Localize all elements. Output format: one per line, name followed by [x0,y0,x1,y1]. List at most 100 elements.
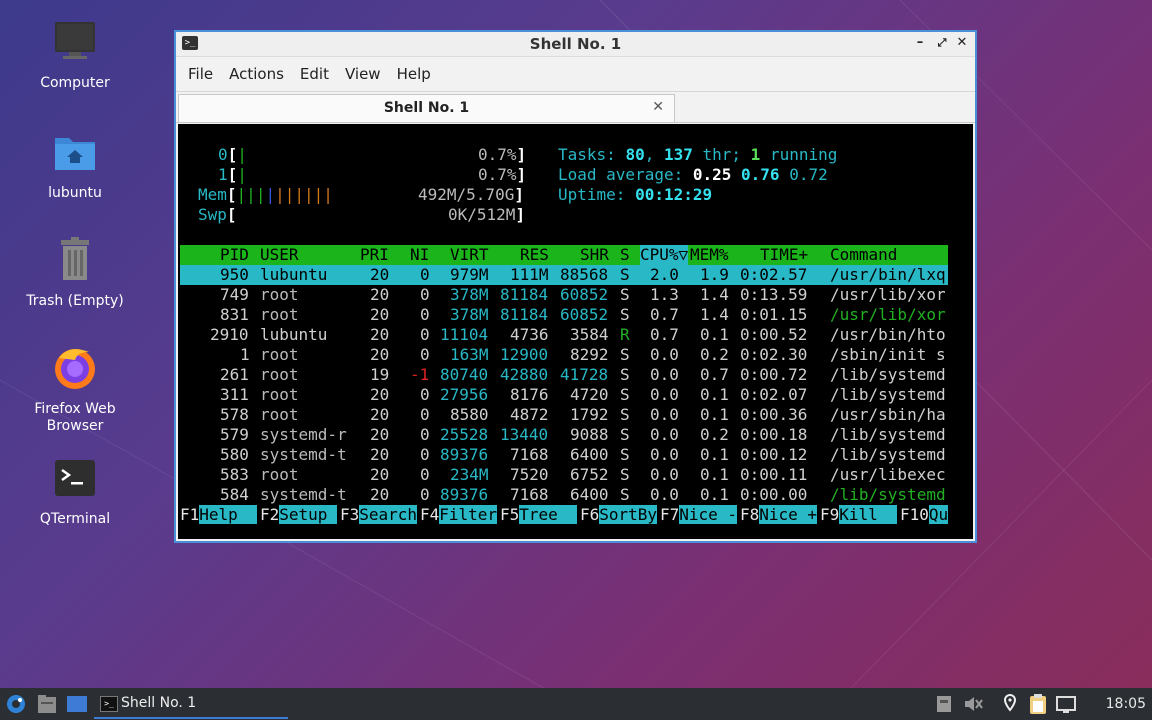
fkey-f5[interactable]: F5Tree [500,505,578,525]
fkey-label: Setup [279,505,338,524]
clock[interactable]: 18:05 [1106,688,1146,720]
fkey-key: F4 [420,505,440,524]
column-header[interactable]: SHR [580,245,609,265]
column-header[interactable]: RES [520,245,549,265]
cell-pri: 20 [370,305,390,324]
cell-res: 12900 [500,345,549,364]
column-header[interactable]: PID [220,245,249,265]
clipboard-icon[interactable] [1028,692,1048,716]
column-header[interactable]: TIME+ [760,245,808,265]
desktop-icon-home[interactable]: lubuntu [20,128,130,202]
cell-pid: 2910 [210,325,249,344]
cell-res: 13440 [500,425,549,444]
cell-pri: 20 [370,405,390,424]
cell-res: 7168 [510,445,549,464]
cell-ni: 0 [420,345,430,364]
cell-shr: 60852 [560,285,609,304]
cell-res: 4736 [510,325,549,344]
cpu1-value: 0.7%] [478,165,527,184]
fkey-f6[interactable]: F6SortBy [580,505,658,525]
desktop-icon-label: Computer [40,75,110,91]
cell-time: 0:00.18 [740,425,808,444]
cell-virt: 8580 [450,405,489,424]
cell-s: S [620,285,630,304]
location-icon[interactable] [1003,692,1017,716]
minimize-button[interactable]: – [911,34,929,52]
cell-res: 81184 [500,285,549,304]
column-header[interactable]: VIRT [450,245,489,265]
fkey-f7[interactable]: F7Nice - [660,505,738,525]
menu-actions[interactable]: Actions [221,65,292,83]
cell-virt: 89376 [440,485,489,504]
fkey-f9[interactable]: F9Kill [820,505,898,525]
cell-cmd: /usr/lib/xor [830,285,946,304]
fkey-f2[interactable]: F2Setup [260,505,338,525]
file-manager-icon[interactable] [37,692,57,716]
desktop-icon-qterminal[interactable]: QTerminal [20,454,130,528]
desktop-icon-firefox[interactable]: Firefox Web Browser [20,344,130,435]
fkey-key: F5 [500,505,520,524]
menu-file[interactable]: File [180,65,221,83]
maximize-button[interactable]: ⤢ [933,34,951,52]
home-folder-icon [55,138,95,170]
menu-edit[interactable]: Edit [292,65,337,83]
menu-view[interactable]: View [337,65,389,83]
close-button[interactable]: ✕ [953,34,971,52]
cell-time: 0:00.36 [740,405,808,424]
cell-user: root [260,285,299,304]
cell-res: 7168 [510,485,549,504]
cell-s: R [620,325,630,344]
terminal-area[interactable]: 0[| 0.7%] 1[| 0.7%] Mem[|||||||||| 492M/… [178,124,973,539]
show-desktop-icon[interactable] [66,692,88,716]
cell-cpu: 0.0 [650,465,679,484]
fkey-f1[interactable]: F1Help [180,505,258,525]
tab-shell-1[interactable]: Shell No. 1 ✕ [178,94,675,122]
taskbar-task-shell-1[interactable]: >_ Shell No. 1 [94,690,288,719]
column-header[interactable]: Command [830,245,897,265]
firefox-icon [55,349,95,389]
cell-user: systemd-t [260,485,347,504]
cell-shr: 4720 [570,385,609,404]
fkey-f3[interactable]: F3Search [340,505,418,525]
fkey-key: F3 [340,505,360,524]
cell-cpu: 0.0 [650,445,679,464]
cell-ni: 0 [420,405,430,424]
menu-help[interactable]: Help [389,65,439,83]
desktop-icon-trash[interactable]: Trash (Empty) [20,236,130,310]
column-header[interactable]: PRI [360,245,389,265]
cell-cmd: /usr/sbin/ha [830,405,946,424]
fkey-f8[interactable]: F8Nice + [740,505,818,525]
tab-close-icon[interactable]: ✕ [652,99,664,115]
cell-time: 0:00.11 [740,465,808,484]
cell-s: S [620,465,630,484]
tab-bar: Shell No. 1 ✕ [176,92,975,123]
column-header[interactable]: NI [410,245,429,265]
cell-s: S [620,305,630,324]
fkey-f4[interactable]: F4Filter [420,505,498,525]
desktop-icon-computer[interactable]: Computer [20,18,130,92]
cell-cpu: 1.3 [650,285,679,304]
cell-cpu: 2.0 [650,265,679,284]
column-header[interactable]: USER [260,245,299,265]
column-header[interactable]: CPU%▽ [640,245,689,265]
network-icon[interactable] [1055,692,1077,716]
cell-res: 42880 [500,365,549,384]
cell-shr: 41728 [560,365,609,384]
fkey-f10[interactable]: F10Qu [900,505,949,525]
lubuntu-menu-icon[interactable] [5,692,27,716]
cell-virt: 163M [450,345,489,364]
keyboard-layout-icon[interactable] [936,692,952,716]
window-titlebar[interactable]: >_ Shell No. 1 – ⤢ ✕ [176,32,975,57]
column-header[interactable]: MEM% [690,245,729,265]
volume-muted-icon[interactable] [963,692,983,716]
cell-mem: 0.2 [700,345,729,364]
cell-mem: 1.4 [700,285,729,304]
cell-pri: 19 [370,365,390,384]
cell-user: root [260,385,299,404]
swap-meter: Swp[ [198,205,237,224]
cell-time: 0:13.59 [740,285,808,304]
column-header[interactable]: S [620,245,630,265]
cell-mem: 0.1 [700,405,729,424]
cell-shr: 1792 [570,405,609,424]
cell-shr: 60852 [560,305,609,324]
